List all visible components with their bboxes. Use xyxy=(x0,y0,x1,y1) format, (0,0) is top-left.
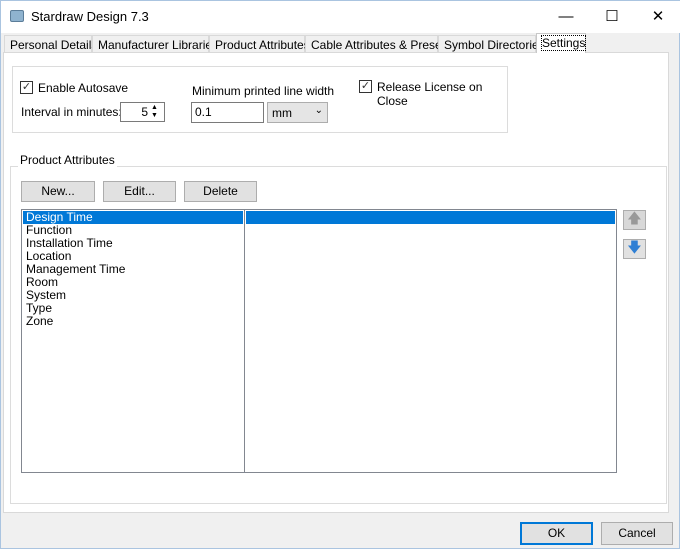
min-line-width-input[interactable]: 0.1 xyxy=(191,102,264,123)
tab-personal-details[interactable]: Personal Details xyxy=(4,35,97,53)
cancel-button[interactable]: Cancel xyxy=(601,522,673,545)
release-license-label: Release License on Close xyxy=(377,80,483,108)
general-settings-group: ✓ Enable Autosave Interval in minutes: 5… xyxy=(12,66,508,133)
chevron-down-icon: ⌄ xyxy=(314,105,323,116)
delete-button[interactable]: Delete xyxy=(184,181,257,202)
arrow-down-icon: 🡇 xyxy=(627,239,642,255)
interval-label: Interval in minutes: xyxy=(21,105,122,119)
product-attributes-group-label: Product Attributes xyxy=(18,153,117,167)
tab-product-attributes[interactable]: Product Attributes xyxy=(209,35,310,53)
move-down-button[interactable]: 🡇 xyxy=(623,239,646,259)
ok-button[interactable]: OK xyxy=(520,522,593,545)
unit-value: mm xyxy=(272,106,292,120)
attribute-values-list[interactable] xyxy=(244,209,617,473)
move-up-button[interactable]: 🡅 xyxy=(623,210,646,230)
enable-autosave-checkbox[interactable]: ✓ xyxy=(20,81,33,94)
tab-manufacturer-libraries[interactable]: Manufacturer Libraries xyxy=(92,35,218,53)
window-title: Stardraw Design 7.3 xyxy=(31,9,149,24)
release-license-checkbox[interactable]: ✓ xyxy=(359,80,372,93)
list-item[interactable]: Type xyxy=(23,302,243,315)
enable-autosave-label: Enable Autosave xyxy=(38,81,129,95)
edit-button[interactable]: Edit... xyxy=(103,181,176,202)
attribute-list[interactable]: Design Time Function Installation Time L… xyxy=(21,209,245,473)
tab-symbol-directories[interactable]: Symbol Directories xyxy=(438,35,545,53)
interval-input[interactable]: 5 xyxy=(120,102,165,122)
list-item[interactable]: System xyxy=(23,289,243,302)
min-line-width-label: Minimum printed line width xyxy=(192,84,335,98)
arrow-up-icon: 🡅 xyxy=(627,210,642,226)
unit-select[interactable]: mm ⌄ xyxy=(267,102,328,123)
value-item-selected[interactable] xyxy=(246,211,615,224)
interval-spinner[interactable]: ▲ ▼ xyxy=(151,104,158,120)
app-icon xyxy=(10,10,24,22)
maximize-button[interactable]: ☐ xyxy=(589,1,635,31)
title-bar: Stardraw Design 7.3 — ☐ ✕ xyxy=(1,1,680,33)
close-button[interactable]: ✕ xyxy=(635,1,680,31)
tab-settings[interactable]: Settings xyxy=(536,33,587,53)
new-button[interactable]: New... xyxy=(21,181,95,202)
tab-cable-attributes[interactable]: Cable Attributes & Presets xyxy=(305,35,451,53)
settings-page: ✓ Enable Autosave Interval in minutes: 5… xyxy=(3,52,669,513)
minimize-button[interactable]: — xyxy=(543,1,589,31)
list-item[interactable]: Zone xyxy=(23,315,243,328)
